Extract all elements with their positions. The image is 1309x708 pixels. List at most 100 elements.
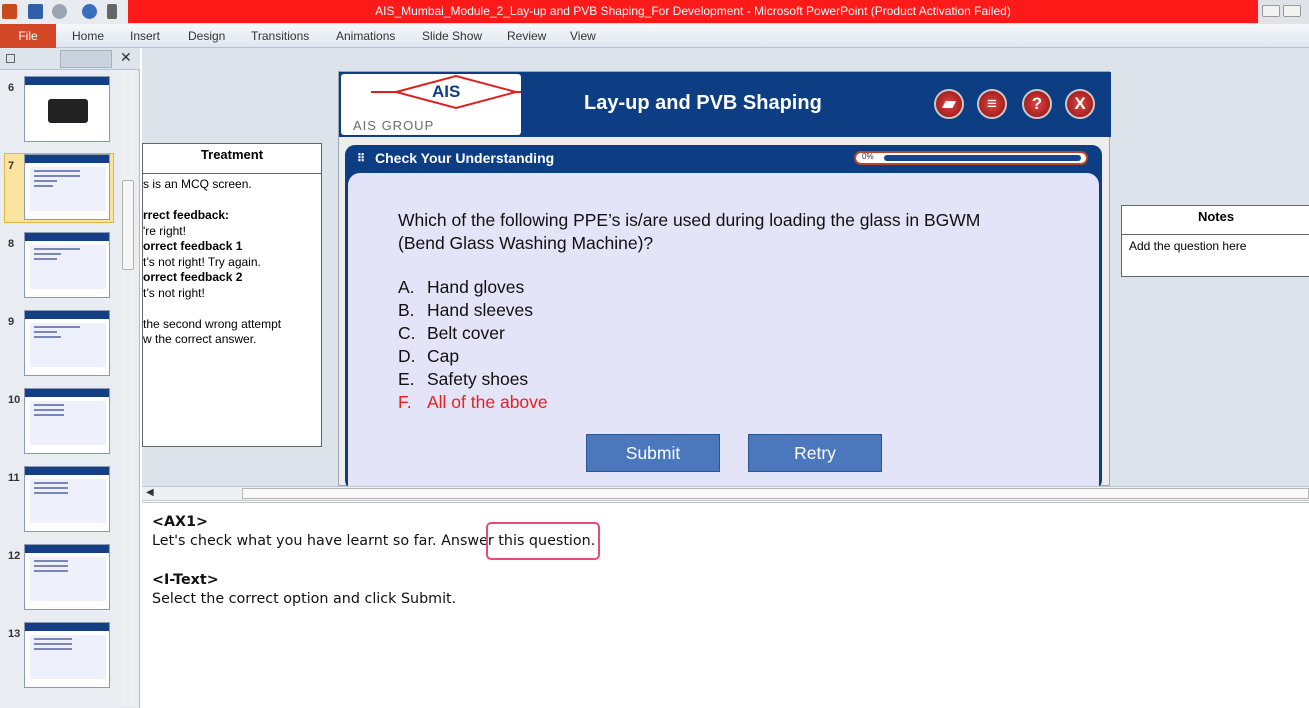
treatment-line: w the correct answer. bbox=[143, 332, 257, 346]
slide-thumbnail-12[interactable] bbox=[24, 544, 110, 610]
menu-icon[interactable]: ≡ bbox=[977, 89, 1007, 119]
powerpoint-app-icon[interactable] bbox=[2, 4, 17, 19]
treatment-line bbox=[143, 301, 321, 317]
slide-thumbnail-9[interactable] bbox=[24, 310, 110, 376]
save-icon[interactable] bbox=[28, 4, 43, 19]
progress-label: 0% bbox=[862, 152, 874, 161]
tab-slide-show[interactable]: Slide Show bbox=[422, 24, 482, 48]
question-area: Which of the following PPE’s is/are used… bbox=[348, 173, 1099, 493]
option-text: Hand gloves bbox=[427, 277, 525, 297]
customize-toolbar-icon[interactable] bbox=[107, 4, 117, 19]
scrollbar-thumb[interactable] bbox=[122, 180, 134, 270]
thumbnail-number: 13 bbox=[8, 628, 21, 640]
thumbnail-number: 11 bbox=[8, 472, 20, 484]
option-b[interactable]: B. Hand sleeves bbox=[398, 300, 533, 321]
thumbnail-number: 6 bbox=[8, 82, 15, 94]
treatment-line: s is an MCQ screen. bbox=[143, 177, 252, 191]
slide-canvas[interactable]: AIS AIS GROUP Lay-up and PVB Shaping ▰ ≡… bbox=[338, 71, 1111, 493]
thumbnail-number: 10 bbox=[8, 394, 21, 406]
tab-animations[interactable]: Animations bbox=[336, 24, 395, 48]
progress-bar: 0% bbox=[854, 151, 1088, 165]
thumbnail-number: 8 bbox=[8, 238, 15, 250]
option-a[interactable]: A. Hand gloves bbox=[398, 277, 524, 298]
treatment-line: the second wrong attempt bbox=[143, 316, 282, 331]
notes-tag-itext: <I-Text> bbox=[152, 572, 219, 588]
exit-icon[interactable]: X bbox=[1065, 89, 1095, 119]
maximize-button[interactable] bbox=[1283, 5, 1301, 17]
slide-thumbnail-11[interactable] bbox=[24, 466, 110, 532]
retry-button[interactable]: Retry bbox=[748, 434, 882, 472]
undo-icon[interactable] bbox=[52, 4, 67, 19]
option-text: Hand sleeves bbox=[427, 300, 534, 320]
grid-icon: ⠿ bbox=[357, 153, 365, 165]
option-letter: D. bbox=[398, 346, 416, 366]
question-panel: ⠿ Check Your Understanding 0% Which of t… bbox=[345, 145, 1102, 493]
thumbnail-number: 12 bbox=[8, 550, 21, 562]
option-e[interactable]: E. Safety shoes bbox=[398, 369, 528, 390]
thumbnail-scrollbar[interactable] bbox=[121, 70, 135, 706]
option-f[interactable]: F. All of the above bbox=[398, 392, 548, 413]
close-pane-icon[interactable]: ✕ bbox=[120, 49, 132, 66]
submit-button[interactable]: Submit bbox=[586, 434, 720, 472]
scrollbar-thumb[interactable] bbox=[242, 488, 1309, 499]
highlight-box bbox=[486, 522, 600, 560]
treatment-line: t’s not right! Try again. bbox=[143, 254, 261, 269]
slide-header: AIS AIS GROUP Lay-up and PVB Shaping ▰ ≡… bbox=[339, 72, 1111, 137]
option-letter: F. bbox=[398, 392, 412, 412]
ribbon-tabs: File Home Insert Design Transitions Anim… bbox=[0, 24, 1309, 48]
treatment-line: orrect feedback 2 bbox=[143, 270, 243, 284]
thumbnail-number: 7 bbox=[8, 160, 15, 172]
panel-title: Check Your Understanding bbox=[375, 150, 555, 166]
minimize-button[interactable] bbox=[1262, 5, 1280, 17]
notes-box[interactable]: Notes Add the question here bbox=[1121, 205, 1309, 277]
progress-track bbox=[884, 155, 1081, 161]
thumbnail-pane-header: ✕ bbox=[0, 48, 140, 70]
option-d[interactable]: D. Cap bbox=[398, 346, 459, 367]
option-text: Safety shoes bbox=[427, 369, 529, 389]
question-text: Which of the following PPE’s is/are used… bbox=[398, 210, 981, 253]
quick-access-toolbar bbox=[0, 0, 128, 24]
slide-title: Lay-up and PVB Shaping bbox=[584, 92, 822, 114]
logo-text: AIS bbox=[432, 82, 461, 101]
tab-transitions[interactable]: Transitions bbox=[251, 24, 309, 48]
notes-heading: Notes bbox=[1122, 206, 1309, 235]
thumbnail-number: 9 bbox=[8, 316, 15, 328]
tab-home[interactable]: Home bbox=[72, 24, 104, 48]
scroll-left-icon[interactable]: ◀ bbox=[146, 487, 154, 498]
notes-line-itext: Select the correct option and click Subm… bbox=[152, 591, 457, 607]
option-c[interactable]: C. Belt cover bbox=[398, 323, 505, 344]
help-icon[interactable]: ? bbox=[1022, 89, 1052, 119]
outline-tab-icon[interactable] bbox=[60, 50, 112, 68]
slide-thumbnail-pane: ✕ 6 7 8 9 10 11 12 13 bbox=[0, 48, 140, 708]
option-letter: C. bbox=[398, 323, 416, 343]
tab-insert[interactable]: Insert bbox=[130, 24, 160, 48]
slides-tab-icon[interactable] bbox=[6, 54, 15, 63]
treatment-line bbox=[143, 193, 321, 209]
option-letter: A. bbox=[398, 277, 415, 297]
option-letter: B. bbox=[398, 300, 415, 320]
slide-thumbnail-13[interactable] bbox=[24, 622, 110, 688]
slide-editing-area: Treatment s is an MCQ screen. rrect feed… bbox=[142, 48, 1309, 493]
tab-file[interactable]: File bbox=[0, 24, 56, 48]
folder-icon[interactable]: ▰ bbox=[934, 89, 964, 119]
title-bar: AIS_Mumbai_Module_2_Lay-up and PVB Shapi… bbox=[0, 0, 1309, 24]
slide-thumbnail-7[interactable] bbox=[24, 154, 110, 220]
ais-logo: AIS AIS GROUP bbox=[341, 74, 521, 135]
slide-thumbnail-10[interactable] bbox=[24, 388, 110, 454]
logo-subtext: AIS GROUP bbox=[353, 118, 435, 133]
tab-review[interactable]: Review bbox=[507, 24, 546, 48]
speaker-notes-pane[interactable]: <AX1> Let's check what you have learnt s… bbox=[142, 502, 1309, 708]
option-text: Cap bbox=[427, 346, 460, 366]
slide-thumbnail-6[interactable] bbox=[24, 76, 110, 142]
treatment-line: rrect feedback: bbox=[143, 208, 230, 222]
treatment-heading: Treatment bbox=[143, 144, 321, 174]
window-controls bbox=[1258, 0, 1309, 24]
slide-horizontal-scrollbar[interactable]: ◀ bbox=[142, 486, 1309, 501]
tab-view[interactable]: View bbox=[570, 24, 596, 48]
treatment-box[interactable]: Treatment s is an MCQ screen. rrect feed… bbox=[142, 143, 322, 447]
treatment-line: 're right! bbox=[143, 223, 186, 238]
tab-design[interactable]: Design bbox=[188, 24, 225, 48]
slide-thumbnail-8[interactable] bbox=[24, 232, 110, 298]
notes-body: Add the question here bbox=[1129, 239, 1247, 253]
redo-icon[interactable] bbox=[82, 4, 97, 19]
